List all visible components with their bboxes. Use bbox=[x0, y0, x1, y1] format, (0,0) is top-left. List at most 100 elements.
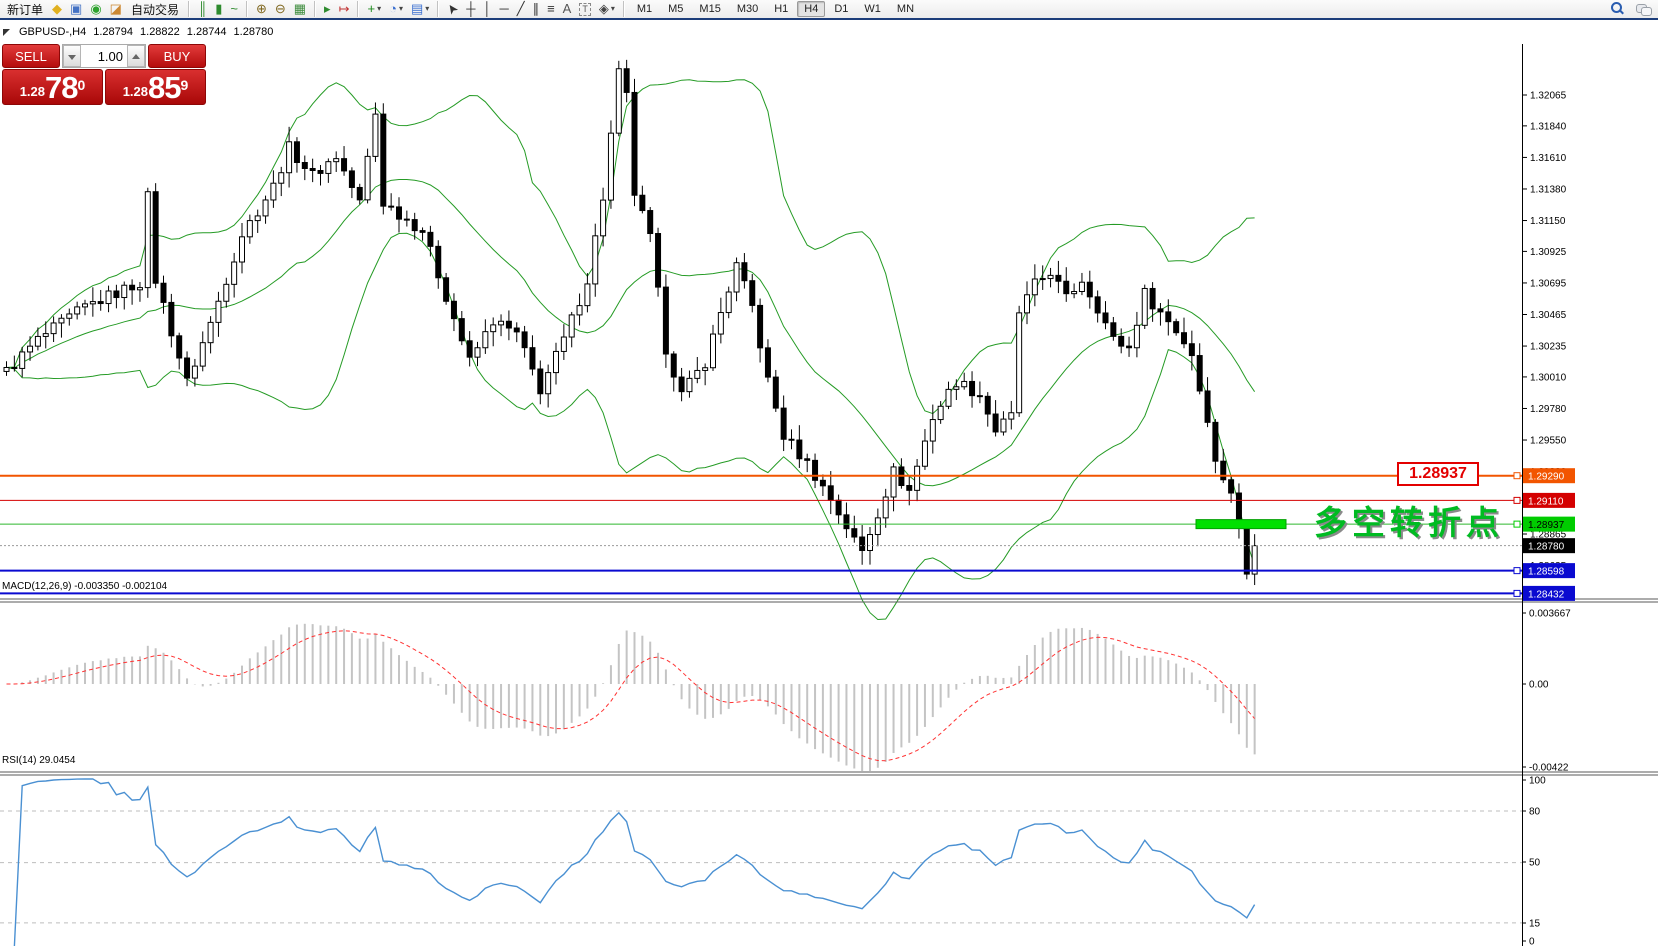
timeframe-h4[interactable]: H4 bbox=[797, 1, 825, 17]
indicator-axis-label: 50 bbox=[1529, 858, 1541, 869]
chat-icon[interactable] bbox=[1635, 1, 1651, 17]
auto-scroll-icon[interactable]: ▸ bbox=[320, 0, 335, 18]
indicator-axis-label: 15 bbox=[1529, 919, 1541, 930]
one-click-trading-panel: SELL BUY 1.28 78 0 1.28 85 9 bbox=[2, 44, 206, 105]
volume-increase-button[interactable] bbox=[127, 45, 145, 67]
indicator-axis-label: 0.003667 bbox=[1529, 609, 1571, 620]
trendline-icon[interactable]: ╱ bbox=[513, 0, 529, 18]
turning-point-annotation[interactable]: 多空转折点 bbox=[1314, 496, 1504, 544]
toolbar-separator bbox=[314, 1, 316, 17]
price-annotation-box[interactable]: 1.28937 bbox=[1397, 462, 1479, 486]
buy-button[interactable]: BUY bbox=[148, 44, 206, 68]
line-chart-icon[interactable]: ~ bbox=[226, 0, 242, 18]
metaeditor-icon[interactable]: ◆ bbox=[48, 0, 66, 18]
crosshair-icon[interactable]: ┼ bbox=[462, 0, 479, 18]
chart-symbol-period: GBPUSD-,H4 bbox=[19, 26, 86, 38]
indicator-axis-label: 0 bbox=[1529, 937, 1535, 946]
price-line-label: 1.28598 bbox=[1528, 567, 1565, 578]
chart-open: 1.28794 bbox=[93, 26, 133, 38]
terminal-icon[interactable]: ▣ bbox=[66, 0, 86, 18]
price-tick-label: 1.30010 bbox=[1530, 372, 1567, 383]
timeframe-w1[interactable]: W1 bbox=[857, 1, 888, 17]
price-tick-label: 1.29780 bbox=[1530, 404, 1567, 415]
timeframe-mn[interactable]: MN bbox=[890, 1, 921, 17]
indicator-axis-label: -0.00422 bbox=[1529, 763, 1569, 774]
template-icon[interactable]: ▤▾ bbox=[407, 0, 433, 18]
highlight-line-segment[interactable] bbox=[1196, 520, 1286, 529]
buy-price-display[interactable]: 1.28 85 9 bbox=[105, 69, 206, 105]
timeframe-m5[interactable]: M5 bbox=[661, 1, 690, 17]
fibonacci-icon[interactable]: ≡ bbox=[543, 0, 559, 18]
text-label-icon[interactable]: T bbox=[575, 0, 595, 18]
price-tick-label: 1.30235 bbox=[1530, 342, 1567, 353]
chart-window: 1.32065 1.31840 1.31610 1.31380 1.31150 1.309… bbox=[0, 22, 1658, 946]
bar-chart-icon[interactable]: ║ bbox=[194, 0, 211, 18]
timeframe-m1[interactable]: M1 bbox=[630, 1, 659, 17]
chart-high: 1.28822 bbox=[140, 26, 180, 38]
cursor-icon[interactable]: ➤ bbox=[443, 0, 462, 18]
equidistant-channel-icon[interactable]: ∥ bbox=[529, 0, 544, 18]
zoom-out-icon[interactable]: ⊖ bbox=[271, 0, 290, 18]
price-tick-label: 1.31150 bbox=[1530, 216, 1566, 227]
candlestick-chart-icon[interactable]: ▮ bbox=[211, 0, 226, 18]
macd-signal-line bbox=[7, 631, 1255, 761]
sell-button[interactable]: SELL bbox=[2, 44, 60, 68]
price-tick-label: 1.30465 bbox=[1530, 310, 1567, 321]
rsi-level-lines bbox=[0, 811, 1522, 923]
chart-low: 1.28744 bbox=[187, 26, 227, 38]
volume-decrease-button[interactable] bbox=[63, 45, 81, 67]
arrow-tools-icon[interactable]: ◈▾ bbox=[595, 0, 619, 18]
collapse-panel-icon[interactable] bbox=[3, 29, 10, 36]
auto-trading-button[interactable]: 自动交易 bbox=[126, 0, 184, 18]
new-order-button[interactable]: 新订单 bbox=[2, 0, 48, 18]
indicator-axis-label: 100 bbox=[1529, 776, 1546, 787]
price-tick-label: 1.31380 bbox=[1530, 184, 1567, 195]
search-icon[interactable] bbox=[1609, 1, 1625, 17]
price-line-label: 1.29110 bbox=[1528, 496, 1564, 507]
price-tick-label: 1.30695 bbox=[1530, 278, 1567, 289]
vertical-line-icon[interactable]: │ bbox=[479, 0, 495, 18]
price-line-label: 1.28780 bbox=[1528, 542, 1565, 553]
timeframe-d1[interactable]: D1 bbox=[827, 1, 855, 17]
volume-spinner bbox=[62, 44, 146, 68]
mt4-application-window: { "toolbar": { "items": [ {"type":"butto… bbox=[0, 0, 1658, 946]
chart-shift-icon[interactable]: ↦ bbox=[335, 0, 354, 18]
timeframe-h1[interactable]: H1 bbox=[767, 1, 795, 17]
volume-input[interactable] bbox=[81, 45, 127, 67]
bollinger-bands bbox=[7, 80, 1255, 620]
toolbar-separator bbox=[188, 1, 190, 17]
price-tick-label: 1.30925 bbox=[1530, 247, 1567, 258]
timeframe-m30[interactable]: M30 bbox=[730, 1, 765, 17]
new-chart-icon[interactable]: +▾ bbox=[363, 0, 385, 18]
indicator-axes: 0.0036670.00-0.004221008050150 bbox=[1522, 609, 1571, 946]
horizontal-line-icon[interactable]: ─ bbox=[496, 0, 513, 18]
signals-icon[interactable]: ◉ bbox=[86, 0, 105, 18]
indicator-axis-label: 0.00 bbox=[1529, 680, 1549, 691]
price-tick-label: 1.31840 bbox=[1530, 121, 1567, 132]
sell-price-display[interactable]: 1.28 78 0 bbox=[2, 69, 103, 105]
price-line-label: 1.29290 bbox=[1528, 472, 1565, 483]
candlesticks bbox=[4, 60, 1257, 585]
toolbar-separator bbox=[623, 1, 625, 17]
price-tick-label: 1.32065 bbox=[1530, 91, 1567, 102]
price-tick-label: 1.29550 bbox=[1530, 436, 1567, 447]
macd-histogram bbox=[7, 624, 1255, 771]
chart-close: 1.28780 bbox=[234, 26, 274, 38]
history-center-icon[interactable]: ◪ bbox=[106, 0, 126, 18]
timeframe-m15[interactable]: M15 bbox=[692, 1, 727, 17]
rsi-indicator-label: RSI(14) 29.0454 bbox=[2, 755, 75, 766]
sell-price-sup: 0 bbox=[78, 70, 86, 100]
buy-price-sup: 9 bbox=[181, 70, 189, 100]
chart-title: GBPUSD-,H4 1.28794 1.28822 1.28744 1.287… bbox=[3, 26, 273, 38]
horizontal-lines bbox=[0, 476, 1522, 594]
buy-price-small: 1.28 bbox=[123, 81, 148, 103]
text-icon[interactable]: A bbox=[559, 0, 576, 18]
price-tick-label: 1.31610 bbox=[1530, 153, 1567, 164]
sell-price-small: 1.28 bbox=[20, 81, 45, 103]
price-line-label: 1.28432 bbox=[1528, 589, 1565, 600]
tile-windows-icon[interactable]: ▦ bbox=[290, 0, 310, 18]
zoom-in-icon[interactable]: ⊕ bbox=[252, 0, 271, 18]
price-axis: 1.32065 1.31840 1.31610 1.31380 1.31150 1.309… bbox=[1514, 91, 1575, 604]
toolbar-separator bbox=[246, 1, 248, 17]
period-icon[interactable]: ◔▾ bbox=[385, 0, 407, 18]
